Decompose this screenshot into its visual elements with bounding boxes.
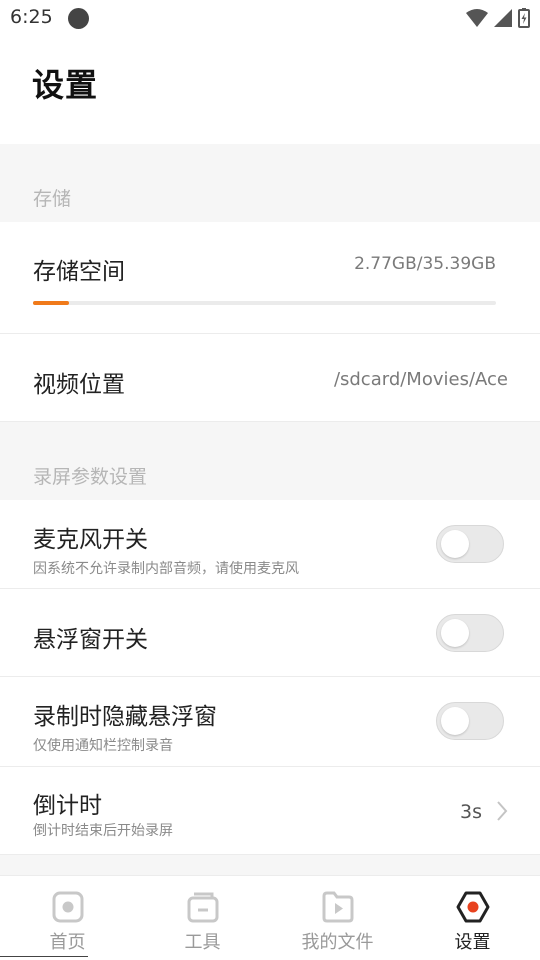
hide-floating-description: 仅使用通知栏控制录音	[33, 738, 173, 754]
storage-space-row[interactable]: 存储空间 2.77GB/35.39GB	[0, 222, 540, 334]
video-file-icon	[322, 891, 353, 923]
toggle-knob	[441, 530, 469, 558]
video-location-label: 视频位置	[33, 372, 125, 398]
status-icons	[466, 7, 530, 29]
section-recording-label: 录屏参数设置	[33, 466, 148, 488]
section-storage: 存储	[0, 144, 540, 222]
nav-home-label: 首页	[49, 932, 86, 953]
countdown-label: 倒计时	[33, 793, 102, 819]
home-icon	[52, 891, 83, 923]
status-bar: 6:25	[0, 0, 540, 36]
hide-floating-row: 录制时隐藏悬浮窗 仅使用通知栏控制录音	[0, 677, 540, 767]
wifi-icon	[466, 9, 488, 27]
notification-dot-icon	[68, 8, 89, 29]
nav-tools-label: 工具	[184, 932, 221, 953]
hide-floating-toggle[interactable]	[436, 702, 504, 740]
bottom-nav: 首页 工具 我的文件 设置	[0, 875, 540, 960]
floating-window-toggle[interactable]	[436, 614, 504, 652]
floating-window-row: 悬浮窗开关	[0, 589, 540, 677]
microphone-description: 因系统不允许录制内部音频，请使用麦克风	[33, 561, 299, 577]
video-location-value: /sdcard/Movies/Ace	[333, 369, 508, 390]
storage-space-value: 2.77GB/35.39GB	[354, 254, 496, 274]
home-indicator	[0, 956, 88, 957]
floating-window-label: 悬浮窗开关	[33, 627, 148, 653]
microphone-toggle[interactable]	[436, 525, 504, 563]
countdown-row[interactable]: 倒计时 倒计时结束后开始录屏 3s	[0, 767, 540, 855]
nav-my-files-label: 我的文件	[301, 932, 374, 953]
settings-hex-icon	[456, 891, 489, 923]
nav-my-files[interactable]: 我的文件	[270, 876, 405, 960]
section-storage-label: 存储	[33, 188, 72, 210]
microphone-label: 麦克风开关	[33, 527, 148, 553]
storage-progress-bar	[33, 301, 496, 305]
cell-signal-icon	[494, 9, 512, 27]
toggle-knob	[441, 619, 469, 647]
countdown-description: 倒计时结束后开始录屏	[33, 823, 173, 839]
page-header: 设置	[0, 36, 540, 144]
section-recording: 录屏参数设置	[0, 422, 540, 500]
hide-floating-label: 录制时隐藏悬浮窗	[33, 704, 217, 730]
toggle-knob	[441, 707, 469, 735]
chevron-right-icon	[497, 801, 508, 821]
page-title: 设置	[32, 66, 99, 104]
bottom-spacer	[0, 855, 540, 875]
video-location-row[interactable]: 视频位置 /sdcard/Movies/Ace	[0, 334, 540, 422]
status-time: 6:25	[10, 6, 53, 28]
toolbox-icon	[187, 892, 218, 923]
nav-settings[interactable]: 设置	[405, 876, 540, 960]
nav-settings-label: 设置	[454, 932, 491, 953]
countdown-value: 3s	[460, 801, 482, 823]
battery-charging-icon	[518, 8, 530, 28]
storage-progress-fill	[33, 301, 70, 305]
nav-tools[interactable]: 工具	[135, 876, 270, 960]
microphone-row: 麦克风开关 因系统不允许录制内部音频，请使用麦克风	[0, 500, 540, 589]
storage-space-label: 存储空间	[33, 259, 125, 285]
nav-home[interactable]: 首页	[0, 876, 135, 960]
